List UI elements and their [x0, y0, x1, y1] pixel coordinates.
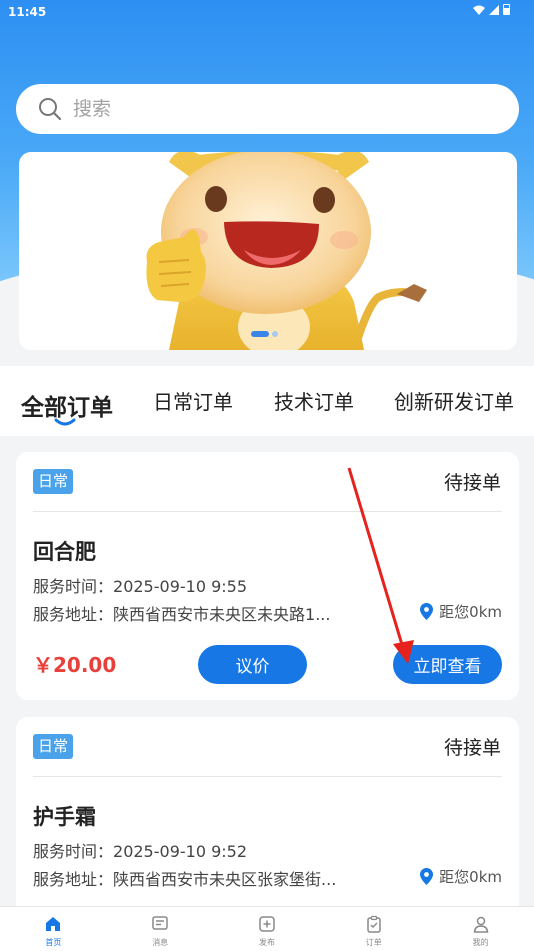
- profile-icon: [473, 916, 488, 933]
- service-address-row: 服务地址：陕西省西安市未央区张家堡街...: [33, 866, 336, 890]
- service-time-row: 服务时间：2025-09-10 9:55: [33, 573, 247, 597]
- divider: [33, 511, 502, 512]
- search-icon: [39, 98, 62, 121]
- order-icon: [367, 915, 381, 933]
- distance-value: 距您0km: [439, 868, 502, 886]
- service-address-label: 服务地址：: [33, 605, 114, 624]
- order-title: 回合肥: [33, 540, 96, 564]
- order-title: 护手霜: [33, 805, 96, 829]
- tab-daily-orders[interactable]: 日常订单: [153, 386, 233, 415]
- location-pin-icon: [420, 868, 434, 885]
- divider: [33, 776, 502, 777]
- carousel-indicator[interactable]: [251, 331, 278, 337]
- nav-messages-label: 消息: [152, 938, 169, 947]
- carousel-dot[interactable]: [272, 331, 278, 337]
- tab-tech-orders[interactable]: 技术订单: [274, 386, 354, 415]
- status-time: 11:45: [8, 5, 47, 19]
- nav-publish-label: 发布: [258, 938, 275, 947]
- distance-info: 距您0km: [420, 866, 502, 887]
- search-bar[interactable]: [16, 84, 519, 134]
- wifi-icon: [473, 5, 485, 15]
- nav-messages[interactable]: 消息: [107, 907, 214, 951]
- nav-profile[interactable]: 我的: [427, 907, 534, 951]
- nav-orders-label: 订单: [365, 938, 382, 947]
- order-price: ￥20.00: [33, 653, 117, 677]
- battery-icon: [503, 4, 510, 15]
- service-address-row: 服务地址：陕西省西安市未央区未央路1...: [33, 601, 330, 625]
- banner-carousel[interactable]: [19, 152, 517, 350]
- order-type-badge: 日常: [33, 734, 74, 759]
- status-bar: 11:45: [0, 0, 534, 24]
- order-status: 待接单: [443, 472, 501, 494]
- service-time-value: 2025-09-10 9:52: [113, 842, 248, 861]
- publish-icon: [259, 916, 275, 932]
- status-icons: [473, 4, 510, 15]
- signal-icon: [489, 4, 499, 15]
- order-card[interactable]: 日常 待接单 回合肥 服务时间：2025-09-10 9:55 服务地址：陕西省…: [16, 452, 519, 700]
- search-input[interactable]: [73, 98, 473, 120]
- location-pin-icon: [420, 603, 434, 620]
- tab-active-indicator: [54, 418, 76, 426]
- service-time-row: 服务时间：2025-09-10 9:52: [33, 838, 247, 862]
- mascot-illustration: [146, 152, 427, 350]
- service-address-label: 服务地址：: [33, 870, 114, 889]
- service-time-label: 服务时间：: [33, 577, 114, 596]
- service-time-label: 服务时间：: [33, 842, 114, 861]
- tab-all-orders[interactable]: 全部订单: [21, 388, 113, 422]
- order-type-badge: 日常: [33, 469, 74, 494]
- service-time-value: 2025-09-10 9:55: [113, 577, 248, 596]
- order-card[interactable]: 日常 待接单 护手霜 服务时间：2025-09-10 9:52 服务地址：陕西省…: [16, 717, 519, 917]
- view-now-button[interactable]: 立即查看: [393, 645, 502, 684]
- tab-innovation-orders[interactable]: 创新研发订单: [394, 386, 514, 415]
- service-address-value: 陕西省西安市未央区张家堡街...: [113, 870, 337, 889]
- home-icon: [46, 917, 61, 931]
- bottom-navigation: 首页 消息 发布 订单 我的: [0, 906, 534, 951]
- order-status: 待接单: [443, 737, 501, 759]
- nav-home[interactable]: 首页: [0, 907, 107, 951]
- carousel-dot-active[interactable]: [251, 331, 269, 337]
- nav-orders[interactable]: 订单: [320, 907, 427, 951]
- nav-profile-label: 我的: [472, 938, 489, 947]
- negotiate-button[interactable]: 议价: [198, 645, 307, 684]
- nav-home-label: 首页: [45, 938, 62, 947]
- order-tabs: 全部订单 日常订单 技术订单 创新研发订单: [0, 366, 534, 436]
- distance-value: 距您0km: [439, 603, 502, 621]
- nav-publish[interactable]: 发布: [214, 907, 321, 951]
- service-address-value: 陕西省西安市未央区未央路1...: [113, 605, 331, 624]
- distance-info: 距您0km: [420, 601, 502, 622]
- message-icon: [152, 916, 168, 930]
